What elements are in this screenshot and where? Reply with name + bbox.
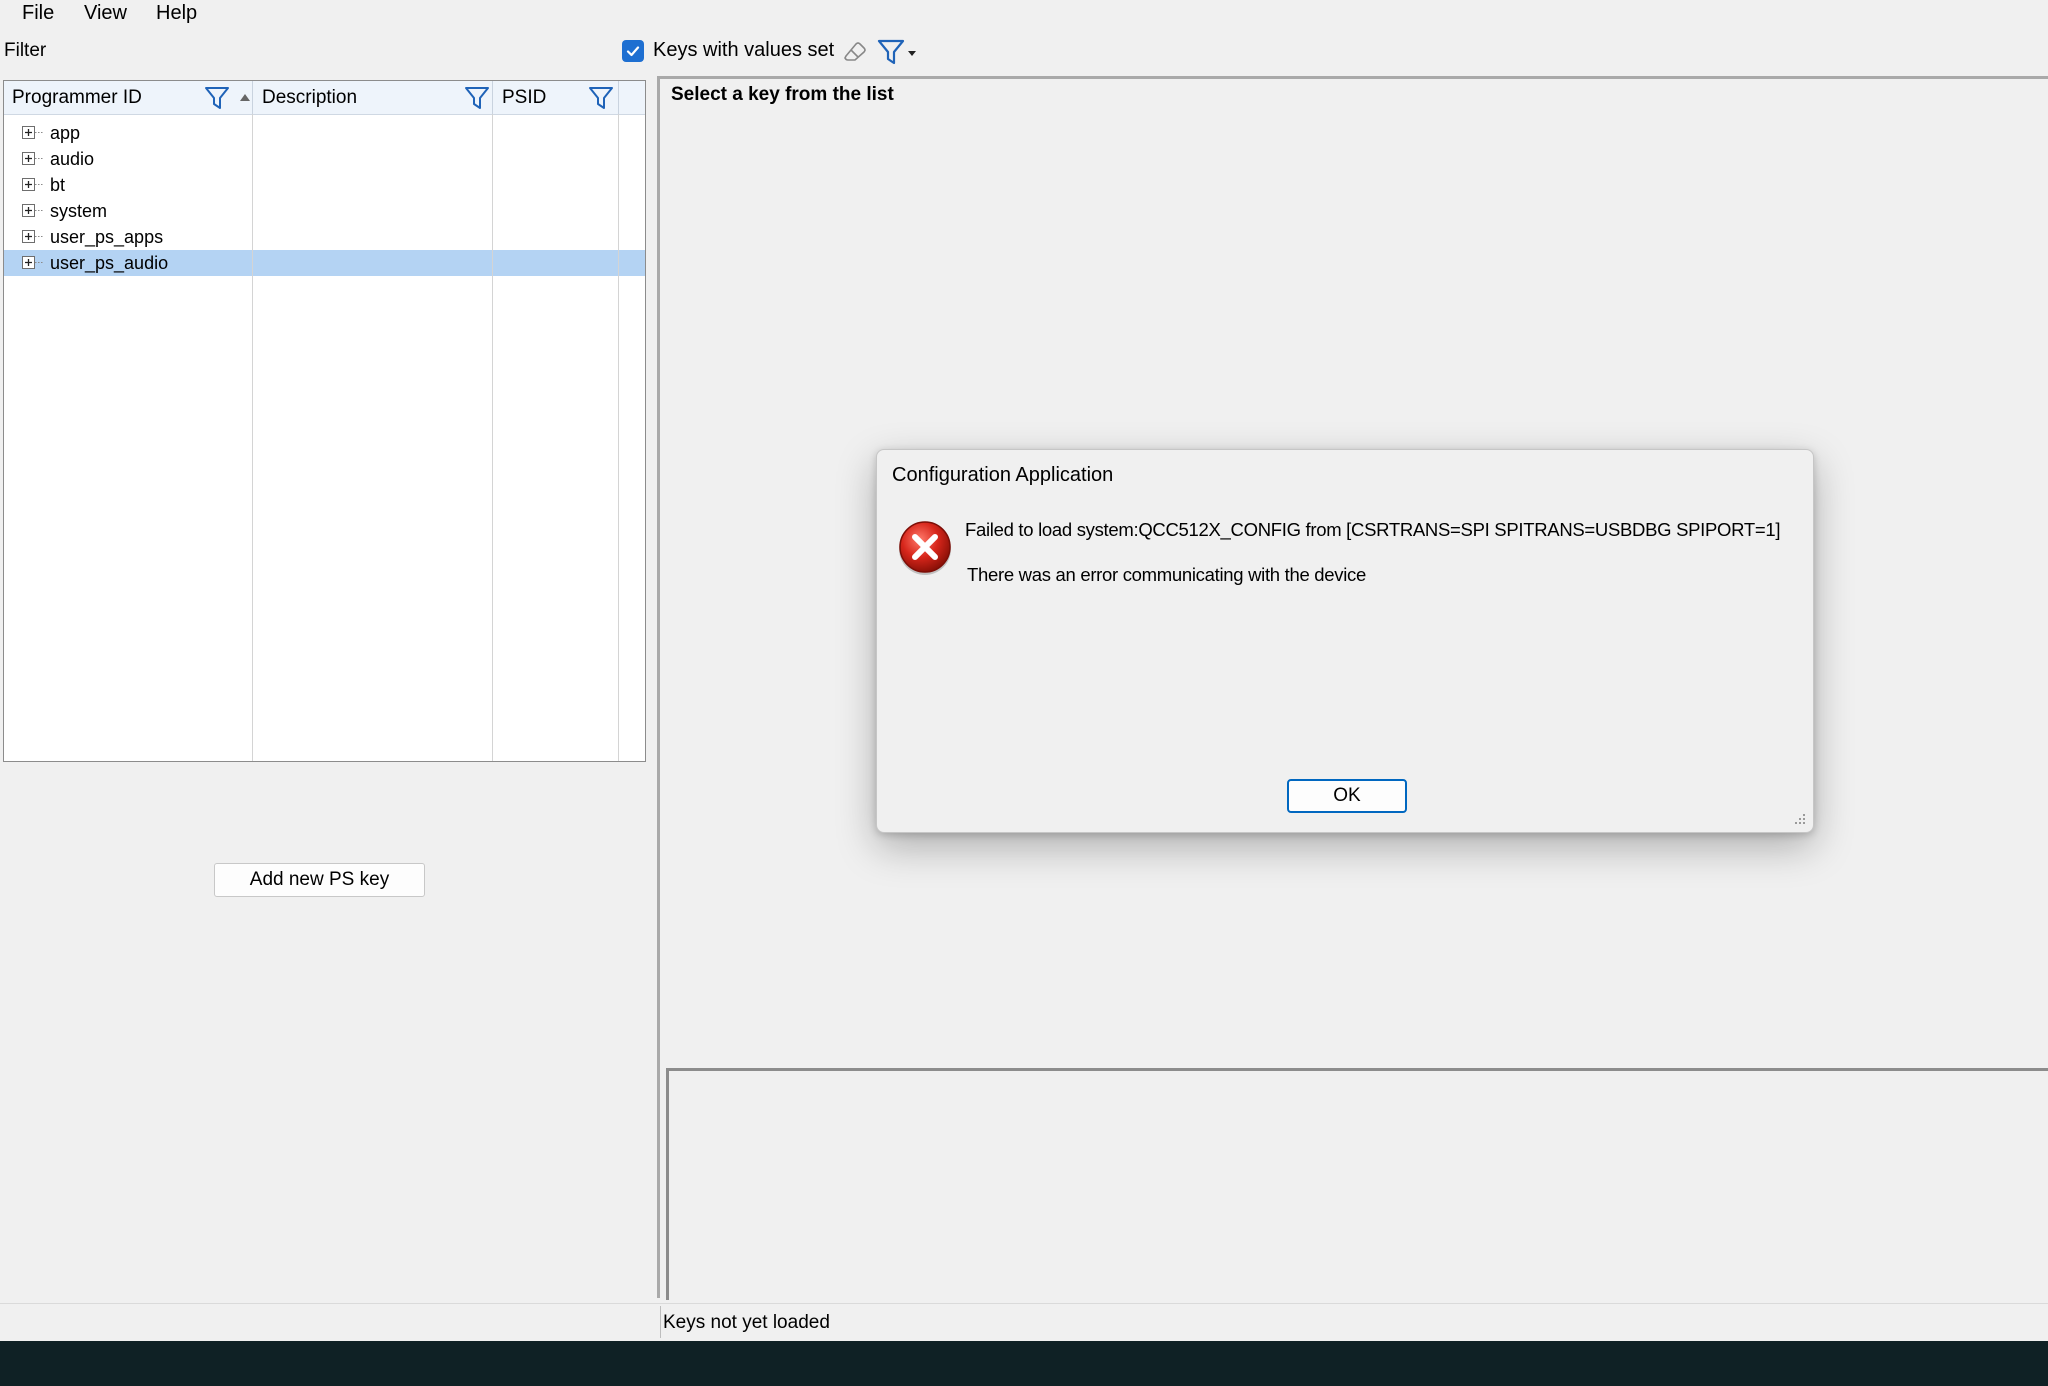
menu-file[interactable]: File (22, 0, 54, 26)
tree-row-label: system (50, 201, 108, 221)
tree-row-label: audio (50, 149, 95, 169)
expand-plus-icon[interactable] (22, 204, 44, 217)
error-icon (899, 521, 951, 575)
menu-view[interactable]: View (84, 0, 127, 26)
menu-bar: File View Help (0, 0, 2048, 30)
tree-row[interactable]: system (4, 198, 645, 224)
tree-header: Programmer ID Description PSID (4, 81, 645, 115)
expand-plus-icon[interactable] (22, 230, 44, 243)
tree-row[interactable]: user_ps_apps (4, 224, 645, 250)
keys-with-values-checkbox[interactable] (622, 40, 644, 62)
status-text: Keys not yet loaded (663, 1312, 830, 1333)
expand-plus-icon[interactable] (22, 126, 44, 139)
dialog-message-line2: There was an error communicating with th… (967, 564, 1366, 585)
psid-filter-icon[interactable] (588, 85, 614, 111)
eraser-icon[interactable] (842, 40, 868, 62)
dialog-message-line1: Failed to load system:QCC512X_CONFIG fro… (965, 519, 1781, 540)
menu-help[interactable]: Help (156, 0, 197, 26)
column-psid[interactable]: PSID (502, 81, 546, 114)
programmer-id-filter-icon[interactable] (204, 85, 230, 111)
description-filter-icon[interactable] (464, 85, 490, 111)
resize-grip-icon[interactable] (1793, 812, 1807, 826)
keys-with-values-label: Keys with values set (653, 39, 835, 61)
key-value-pane[interactable] (666, 1068, 2048, 1300)
filter-input[interactable] (54, 34, 618, 70)
expand-plus-icon[interactable] (22, 256, 44, 269)
add-ps-key-button[interactable]: Add new PS key (214, 863, 425, 897)
ps-key-tree[interactable]: Programmer ID Description PSID app audio b… (3, 80, 646, 762)
tree-row-label: user_ps_apps (50, 227, 164, 247)
tree-row[interactable]: audio (4, 146, 645, 172)
column-programmer-id[interactable]: Programmer ID (12, 81, 142, 114)
status-bar (0, 1303, 2048, 1342)
tree-row-label: user_ps_audio (50, 253, 169, 273)
expand-plus-icon[interactable] (22, 152, 44, 165)
select-key-prompt: Select a key from the list (671, 84, 894, 105)
tree-row-label: app (50, 123, 81, 143)
ok-button[interactable]: OK (1287, 779, 1407, 813)
column-description[interactable]: Description (262, 81, 357, 114)
dialog-title: Configuration Application (892, 464, 1114, 486)
status-separator (660, 1306, 661, 1338)
expand-plus-icon[interactable] (22, 178, 44, 191)
tree-row-label: bt (50, 175, 66, 195)
error-dialog: Configuration Application Failed to load… (876, 449, 1814, 833)
checkmark-icon (626, 46, 640, 57)
desktop-background (0, 1341, 2048, 1386)
filter-dropdown-icon[interactable] (876, 37, 920, 67)
sort-ascending-icon (240, 94, 250, 101)
tree-row[interactable]: app (4, 120, 645, 146)
tree-row[interactable]: user_ps_audio (4, 250, 645, 276)
filter-label: Filter (4, 40, 47, 61)
tree-row[interactable]: bt (4, 172, 645, 198)
